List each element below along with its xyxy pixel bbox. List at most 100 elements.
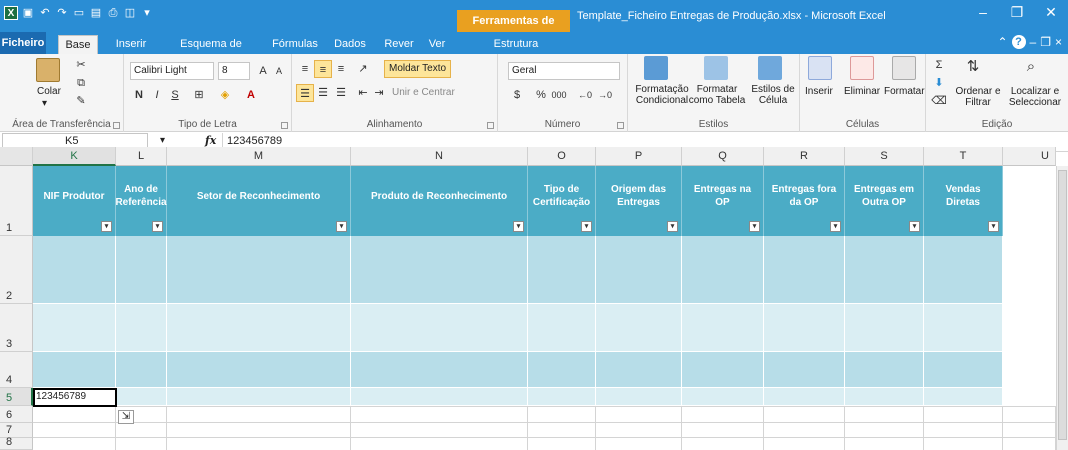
- clear-icon[interactable]: ⌫: [930, 92, 948, 110]
- delete-cells-button[interactable]: Eliminar: [844, 86, 880, 97]
- table-cell[interactable]: [596, 352, 682, 388]
- table-cell[interactable]: [845, 388, 924, 406]
- column-header-o[interactable]: O: [528, 147, 596, 166]
- column-header-p[interactable]: P: [596, 147, 682, 166]
- align-left-icon[interactable]: ☰: [296, 84, 314, 102]
- undo-icon[interactable]: ↶: [38, 6, 52, 20]
- clipboard-launcher-icon[interactable]: [113, 122, 120, 129]
- row-header-7[interactable]: 7: [0, 423, 33, 438]
- sort-filter-button[interactable]: Ordenar e Filtrar: [952, 86, 1004, 108]
- font-size-combo[interactable]: 8: [218, 62, 250, 80]
- redo-icon[interactable]: ↷: [55, 6, 69, 20]
- name-box-dropdown-icon[interactable]: ▾: [160, 135, 165, 146]
- column-header-l[interactable]: L: [116, 147, 167, 166]
- column-header-n[interactable]: N: [351, 147, 528, 166]
- vertical-scrollbar[interactable]: [1056, 166, 1068, 450]
- percent-button[interactable]: %: [532, 86, 550, 104]
- table-cell[interactable]: [764, 388, 845, 406]
- paste-dropdown-icon[interactable]: ▾: [42, 98, 47, 109]
- print-preview-icon[interactable]: ◫: [123, 6, 137, 20]
- row-header-8[interactable]: 8: [0, 436, 33, 450]
- font-color-icon[interactable]: A: [242, 86, 260, 104]
- table-cell[interactable]: [528, 236, 596, 304]
- table-cell[interactable]: [764, 304, 845, 352]
- orientation-icon[interactable]: ↗: [354, 60, 372, 78]
- copy-icon[interactable]: ⧉: [72, 74, 90, 92]
- ribbon-minimize-icon[interactable]: ⌃: [997, 35, 1007, 49]
- align-right-icon[interactable]: ☰: [332, 84, 350, 102]
- tab-dados[interactable]: Dados: [330, 35, 370, 54]
- filter-dropdown-icon[interactable]: ▾: [749, 221, 760, 232]
- number-launcher-icon[interactable]: [617, 122, 624, 129]
- table-cell[interactable]: [682, 236, 764, 304]
- table-cell[interactable]: [528, 352, 596, 388]
- align-center-icon[interactable]: ☰: [314, 84, 332, 102]
- italic-button[interactable]: I: [148, 86, 166, 104]
- decrease-decimal-icon[interactable]: →0: [596, 86, 614, 104]
- column-header-u[interactable]: U: [1003, 147, 1056, 166]
- cut-icon[interactable]: ✂: [72, 56, 90, 74]
- table-cell[interactable]: [351, 304, 528, 352]
- filter-dropdown-icon[interactable]: ▾: [513, 221, 524, 232]
- row-header-1[interactable]: 1: [0, 166, 33, 236]
- table-cell[interactable]: [596, 388, 682, 406]
- table-cell[interactable]: [596, 236, 682, 304]
- auto-fill-options-icon[interactable]: ⇲: [118, 410, 134, 424]
- increase-decimal-icon[interactable]: ←0: [576, 86, 594, 104]
- workbook-close-icon[interactable]: ×: [1055, 35, 1062, 49]
- table-cell[interactable]: [682, 352, 764, 388]
- align-bottom-icon[interactable]: ≡: [332, 60, 350, 78]
- row-header-3[interactable]: 3: [0, 304, 33, 352]
- table-cell[interactable]: [596, 304, 682, 352]
- table-cell[interactable]: [764, 352, 845, 388]
- merge-center-button[interactable]: Unir e Centrar: [392, 87, 455, 98]
- tab-estrutura[interactable]: Estrutura: [486, 35, 546, 54]
- thousands-button[interactable]: 000: [550, 86, 568, 104]
- align-middle-icon[interactable]: ≡: [314, 60, 332, 78]
- number-format-combo[interactable]: Geral: [508, 62, 620, 80]
- increase-indent-icon[interactable]: ⇥: [370, 84, 388, 102]
- conditional-formatting-button[interactable]: Formatação Condicional: [630, 84, 694, 106]
- filter-dropdown-icon[interactable]: ▾: [667, 221, 678, 232]
- table-cell[interactable]: [528, 304, 596, 352]
- help-icon[interactable]: ?: [1011, 35, 1026, 49]
- table-cell[interactable]: [116, 352, 167, 388]
- filter-dropdown-icon[interactable]: ▾: [336, 221, 347, 232]
- find-select-button[interactable]: Localizar e Seleccionar: [1006, 86, 1064, 108]
- filter-dropdown-icon[interactable]: ▾: [909, 221, 920, 232]
- table-cell[interactable]: [845, 236, 924, 304]
- filter-dropdown-icon[interactable]: ▾: [830, 221, 841, 232]
- sort-filter-icon[interactable]: ⇅: [964, 58, 982, 76]
- table-cell[interactable]: [116, 236, 167, 304]
- table-cell[interactable]: [528, 388, 596, 406]
- insert-cells-button[interactable]: Inserir: [805, 86, 833, 97]
- column-header-q[interactable]: Q: [682, 147, 764, 166]
- font-launcher-icon[interactable]: [281, 122, 288, 129]
- table-cell[interactable]: [116, 388, 167, 406]
- currency-icon[interactable]: $: [508, 86, 526, 104]
- filter-dropdown-icon[interactable]: ▾: [988, 221, 999, 232]
- paste-icon[interactable]: [36, 58, 60, 82]
- table-cell[interactable]: [167, 304, 351, 352]
- wrap-text-button[interactable]: Moldar Texto: [384, 60, 452, 78]
- table-cell[interactable]: [924, 236, 1003, 304]
- table-cell[interactable]: [845, 352, 924, 388]
- filter-dropdown-icon[interactable]: ▾: [101, 221, 112, 232]
- close-icon[interactable]: ✕: [1034, 4, 1068, 21]
- table-cell[interactable]: [33, 304, 116, 352]
- format-as-table-icon[interactable]: [704, 56, 728, 80]
- table-cell[interactable]: [682, 304, 764, 352]
- format-as-table-button[interactable]: Formatar como Tabela: [688, 84, 746, 106]
- column-header-s[interactable]: S: [845, 147, 924, 166]
- row-header-4[interactable]: 4: [0, 352, 33, 388]
- row-header-2[interactable]: 2: [0, 236, 33, 304]
- alignment-launcher-icon[interactable]: [487, 122, 494, 129]
- format-painter-icon[interactable]: ✎: [72, 92, 90, 110]
- table-cell[interactable]: [116, 304, 167, 352]
- filter-dropdown-icon[interactable]: ▾: [581, 221, 592, 232]
- tab-ver[interactable]: Ver: [424, 35, 450, 54]
- insert-cells-icon[interactable]: [808, 56, 832, 80]
- table-cell[interactable]: [764, 236, 845, 304]
- save-icon[interactable]: ▣: [21, 6, 35, 20]
- conditional-formatting-icon[interactable]: [644, 56, 668, 80]
